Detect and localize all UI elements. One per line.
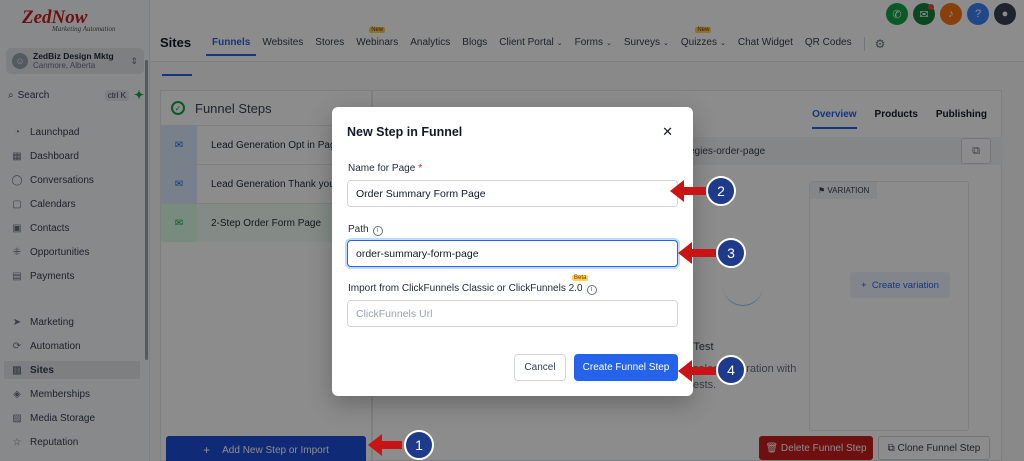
annotation-arrow xyxy=(678,242,716,264)
name-label-text: Name for Page xyxy=(348,163,416,174)
cancel-button[interactable]: Cancel xyxy=(514,354,566,381)
clickfunnels-url-input[interactable]: ClickFunnels Url xyxy=(347,300,678,327)
new-step-modal: New Step in Funnel ✕ Name for Page * Orde… xyxy=(332,107,693,396)
annotation-badge: 2 xyxy=(706,176,736,206)
annotation-badge: 3 xyxy=(716,238,746,268)
required-marker: * xyxy=(418,163,423,174)
info-icon[interactable]: i xyxy=(586,285,597,295)
page-name-input[interactable]: Order Summary Form Page xyxy=(347,180,678,207)
info-icon[interactable]: i xyxy=(372,226,383,236)
path-label-text: Path xyxy=(348,224,369,235)
modal-title: New Step in Funnel xyxy=(347,125,463,139)
import-label: Import from ClickFunnels Classic or Clic… xyxy=(348,275,597,295)
close-icon[interactable]: ✕ xyxy=(662,124,673,140)
annotation-arrow xyxy=(368,434,402,456)
annotation-arrow xyxy=(678,360,716,382)
name-label: Name for Page * xyxy=(348,163,422,174)
annotation-arrow xyxy=(670,180,706,202)
path-input[interactable]: order-summary-form-page xyxy=(347,240,678,267)
beta-badge: Beta xyxy=(572,275,589,281)
create-funnel-step-button[interactable]: Create Funnel Step xyxy=(574,354,678,381)
annotation-badge: 1 xyxy=(404,430,434,460)
annotation-badge: 4 xyxy=(716,355,746,385)
path-label: Path i xyxy=(348,224,383,236)
import-label-text: Import from ClickFunnels Classic or Clic… xyxy=(348,283,583,294)
